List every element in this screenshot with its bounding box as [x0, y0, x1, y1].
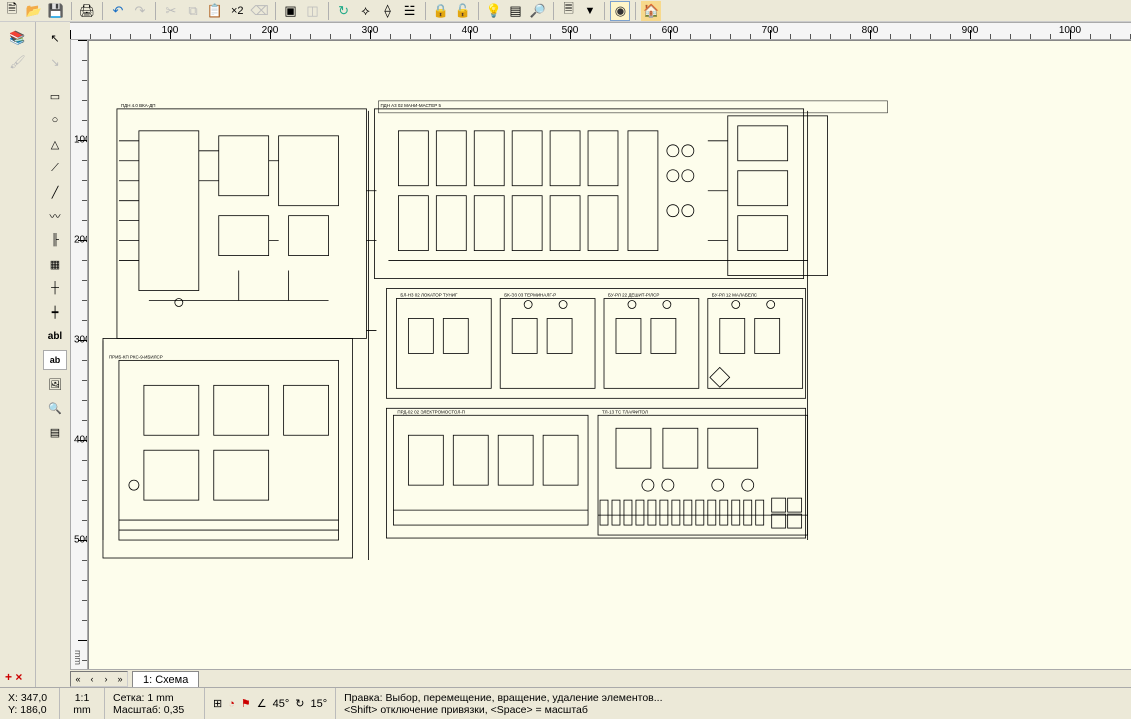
tab-scroll-buttons: « ‹ › » [70, 671, 128, 687]
text-tool-icon[interactable]: abl [43, 326, 67, 346]
unlock-icon[interactable]: 🔓 [453, 1, 473, 21]
open-file-icon[interactable]: 📂 [24, 1, 44, 21]
tab-next-icon[interactable]: › [99, 672, 113, 686]
find-icon[interactable]: 🔎 [528, 1, 548, 21]
rect-tool-icon[interactable]: ▭ [43, 86, 67, 106]
dim-v-tool-icon[interactable]: ┿ [43, 302, 67, 322]
svg-text:БЛ-Н3 02 ЛОКАТОР ТУНИГ: БЛ-Н3 02 ЛОКАТОР ТУНИГ [400, 293, 458, 298]
drawing-canvas[interactable]: ПДН 4.0 ВКА-ДП ПДН А3 02 МАНИ-МАСТЕР 5 П… [88, 40, 1131, 669]
print-icon[interactable]: 🖨 [77, 1, 97, 21]
page-tab-bar: « ‹ › » 1: Схема [70, 669, 1131, 687]
select-cursor-icon[interactable]: ↖ [43, 28, 67, 48]
toolbar-btn-b[interactable]: ⟠ [378, 1, 398, 21]
status-bar: X: 347,0 Y: 186,0 1:1 mm Сетка: 1 mm Мас… [0, 687, 1131, 719]
tab-last-icon[interactable]: » [113, 672, 127, 686]
snap-angle-15: 15° [310, 698, 327, 710]
status-hint: Правка: Выбор, перемещение, вращение, уд… [336, 688, 1131, 719]
lock-icon[interactable]: 🔒 [431, 1, 451, 21]
books-icon[interactable]: 📚 [8, 28, 28, 48]
page-tab-1[interactable]: 1: Схема [132, 671, 199, 687]
rotate-snap-icon[interactable]: ↻ [295, 697, 304, 710]
paste-x2-button[interactable]: ×2 [227, 1, 248, 21]
svg-text:БК-Э3 03 ТЕРМИНАЛГ-Р: БК-Э3 03 ТЕРМИНАЛГ-Р [504, 293, 556, 298]
endpoint-snap-icon[interactable]: ◔ [228, 698, 235, 710]
group-icon[interactable]: ▣ [281, 1, 301, 21]
arc-tool-icon[interactable]: △ [43, 134, 67, 154]
svg-text:ТЛ-13 ТС ТЛА/ФИТОЛ: ТЛ-13 ТС ТЛА/ФИТОЛ [602, 409, 648, 414]
vertical-ruler: mm 100200300400500 [70, 40, 88, 669]
svg-text:ПДН 4.0 ВКА-ДП: ПДН 4.0 ВКА-ДП [121, 103, 156, 108]
redo-icon[interactable]: ↷ [130, 1, 150, 21]
side-panel-close-icon[interactable]: + × [5, 670, 22, 684]
image-tool-icon[interactable]: 🖼 [43, 374, 67, 394]
grid-snap-icon[interactable]: ⊞ [213, 697, 222, 710]
cut-icon[interactable]: ✂ [161, 1, 181, 21]
status-coords: X: 347,0 Y: 186,0 [0, 688, 60, 719]
tab-prev-icon[interactable]: ‹ [85, 672, 99, 686]
delete-icon[interactable]: ⌫ [250, 1, 270, 21]
undo-icon[interactable]: ↶ [108, 1, 128, 21]
line-tool-icon[interactable]: ╱ [43, 182, 67, 202]
svg-text:ПРИБ-КП РКС-9-ИБИЛСР: ПРИБ-КП РКС-9-ИБИЛСР [109, 354, 163, 359]
schematic-drawing: ПДН 4.0 ВКА-ДП ПДН А3 02 МАНИ-МАСТЕР 5 П… [89, 41, 1131, 669]
page-dropdown-icon[interactable]: ▼ [581, 1, 600, 21]
svg-text:ПДН А3 02 МАНИ-МАСТЕР 5: ПДН А3 02 МАНИ-МАСТЕР 5 [380, 103, 441, 108]
door-tool-icon[interactable]: ╟ [43, 230, 67, 250]
status-ratio: 1:1 mm [60, 688, 105, 719]
ungroup-icon[interactable]: ◫ [303, 1, 323, 21]
svg-text:БУ-РЛ 12 МАЛАБЕЛС: БУ-РЛ 12 МАЛАБЕЛС [712, 293, 758, 298]
paste-icon[interactable]: 📋 [205, 1, 225, 21]
status-snap-icons: ⊞ ◔ ⚑ ∠ 45° ↻ 15° [205, 688, 336, 719]
new-file-icon[interactable]: 🗎 [2, 1, 22, 21]
tab-first-icon[interactable]: « [71, 672, 85, 686]
status-grid-scale: Сетка: 1 mm Масштаб: 0,35 [105, 688, 205, 719]
tool-palette: ↖ ↘ ▭ ○ △ ⟋ ╱ 〰 ╟ ▦ ┼ ┿ abl ab 🖼 🔍 ▤ [40, 22, 70, 687]
polyline-tool-icon[interactable]: ⟋ [43, 158, 67, 178]
misc-tool-icon[interactable]: ▤ [43, 422, 67, 442]
snap-angle-45: 45° [273, 698, 290, 710]
brush-icon[interactable]: 🖌 [8, 52, 28, 72]
zoom-tool-icon[interactable]: 🔍 [43, 398, 67, 418]
ruler-unit-label: mm [73, 650, 83, 665]
pan-cursor-icon[interactable]: ↘ [43, 52, 67, 72]
main-toolbar: 🗎 📂 💾 🖨 ↶ ↷ ✂ ⧉ 📋 ×2 ⌫ ▣ ◫ ↻ ⟡ ⟠ ☱ 🔒 🔓 💡… [0, 0, 1131, 22]
left-edge-strip: 📚 🖌 [0, 22, 36, 687]
horizontal-ruler: 1002003004005006007008009001000 [70, 22, 1131, 40]
svg-text:ПРД-02 02 ЭЛЕКТРОМОСТОЛ-П: ПРД-02 02 ЭЛЕКТРОМОСТОЛ-П [397, 409, 465, 414]
hatch-tool-icon[interactable]: ▦ [43, 254, 67, 274]
save-file-icon[interactable]: 💾 [46, 1, 66, 21]
drawing-page[interactable]: ПДН 4.0 ВКА-ДП ПДН А3 02 МАНИ-МАСТЕР 5 П… [88, 40, 1131, 669]
dim-h-tool-icon[interactable]: ┼ [43, 278, 67, 298]
text-box-tool-icon[interactable]: ab [43, 350, 67, 370]
svg-text:БУ-РЛ 22 ДЕШИТ-Р/ЛСР: БУ-РЛ 22 ДЕШИТ-Р/ЛСР [608, 293, 659, 298]
toolbar-btn-c[interactable]: ☱ [400, 1, 420, 21]
layers-icon[interactable]: ▤ [506, 1, 526, 21]
idea-icon[interactable]: 💡 [484, 1, 504, 21]
refresh-icon[interactable]: ↻ [334, 1, 354, 21]
spline-tool-icon[interactable]: 〰 [43, 206, 67, 226]
ortho-snap-icon[interactable]: ⚑ [241, 697, 251, 710]
ellipse-tool-icon[interactable]: ○ [43, 110, 67, 130]
home-icon[interactable]: 🏠 [641, 1, 661, 21]
angle-snap-icon[interactable]: ∠ [257, 697, 267, 710]
zoom-fit-icon[interactable]: ◉ [610, 1, 630, 21]
copy-icon[interactable]: ⧉ [183, 1, 203, 21]
toolbar-btn-a[interactable]: ⟡ [356, 1, 376, 21]
page-icon[interactable]: 🗏 [559, 1, 579, 21]
